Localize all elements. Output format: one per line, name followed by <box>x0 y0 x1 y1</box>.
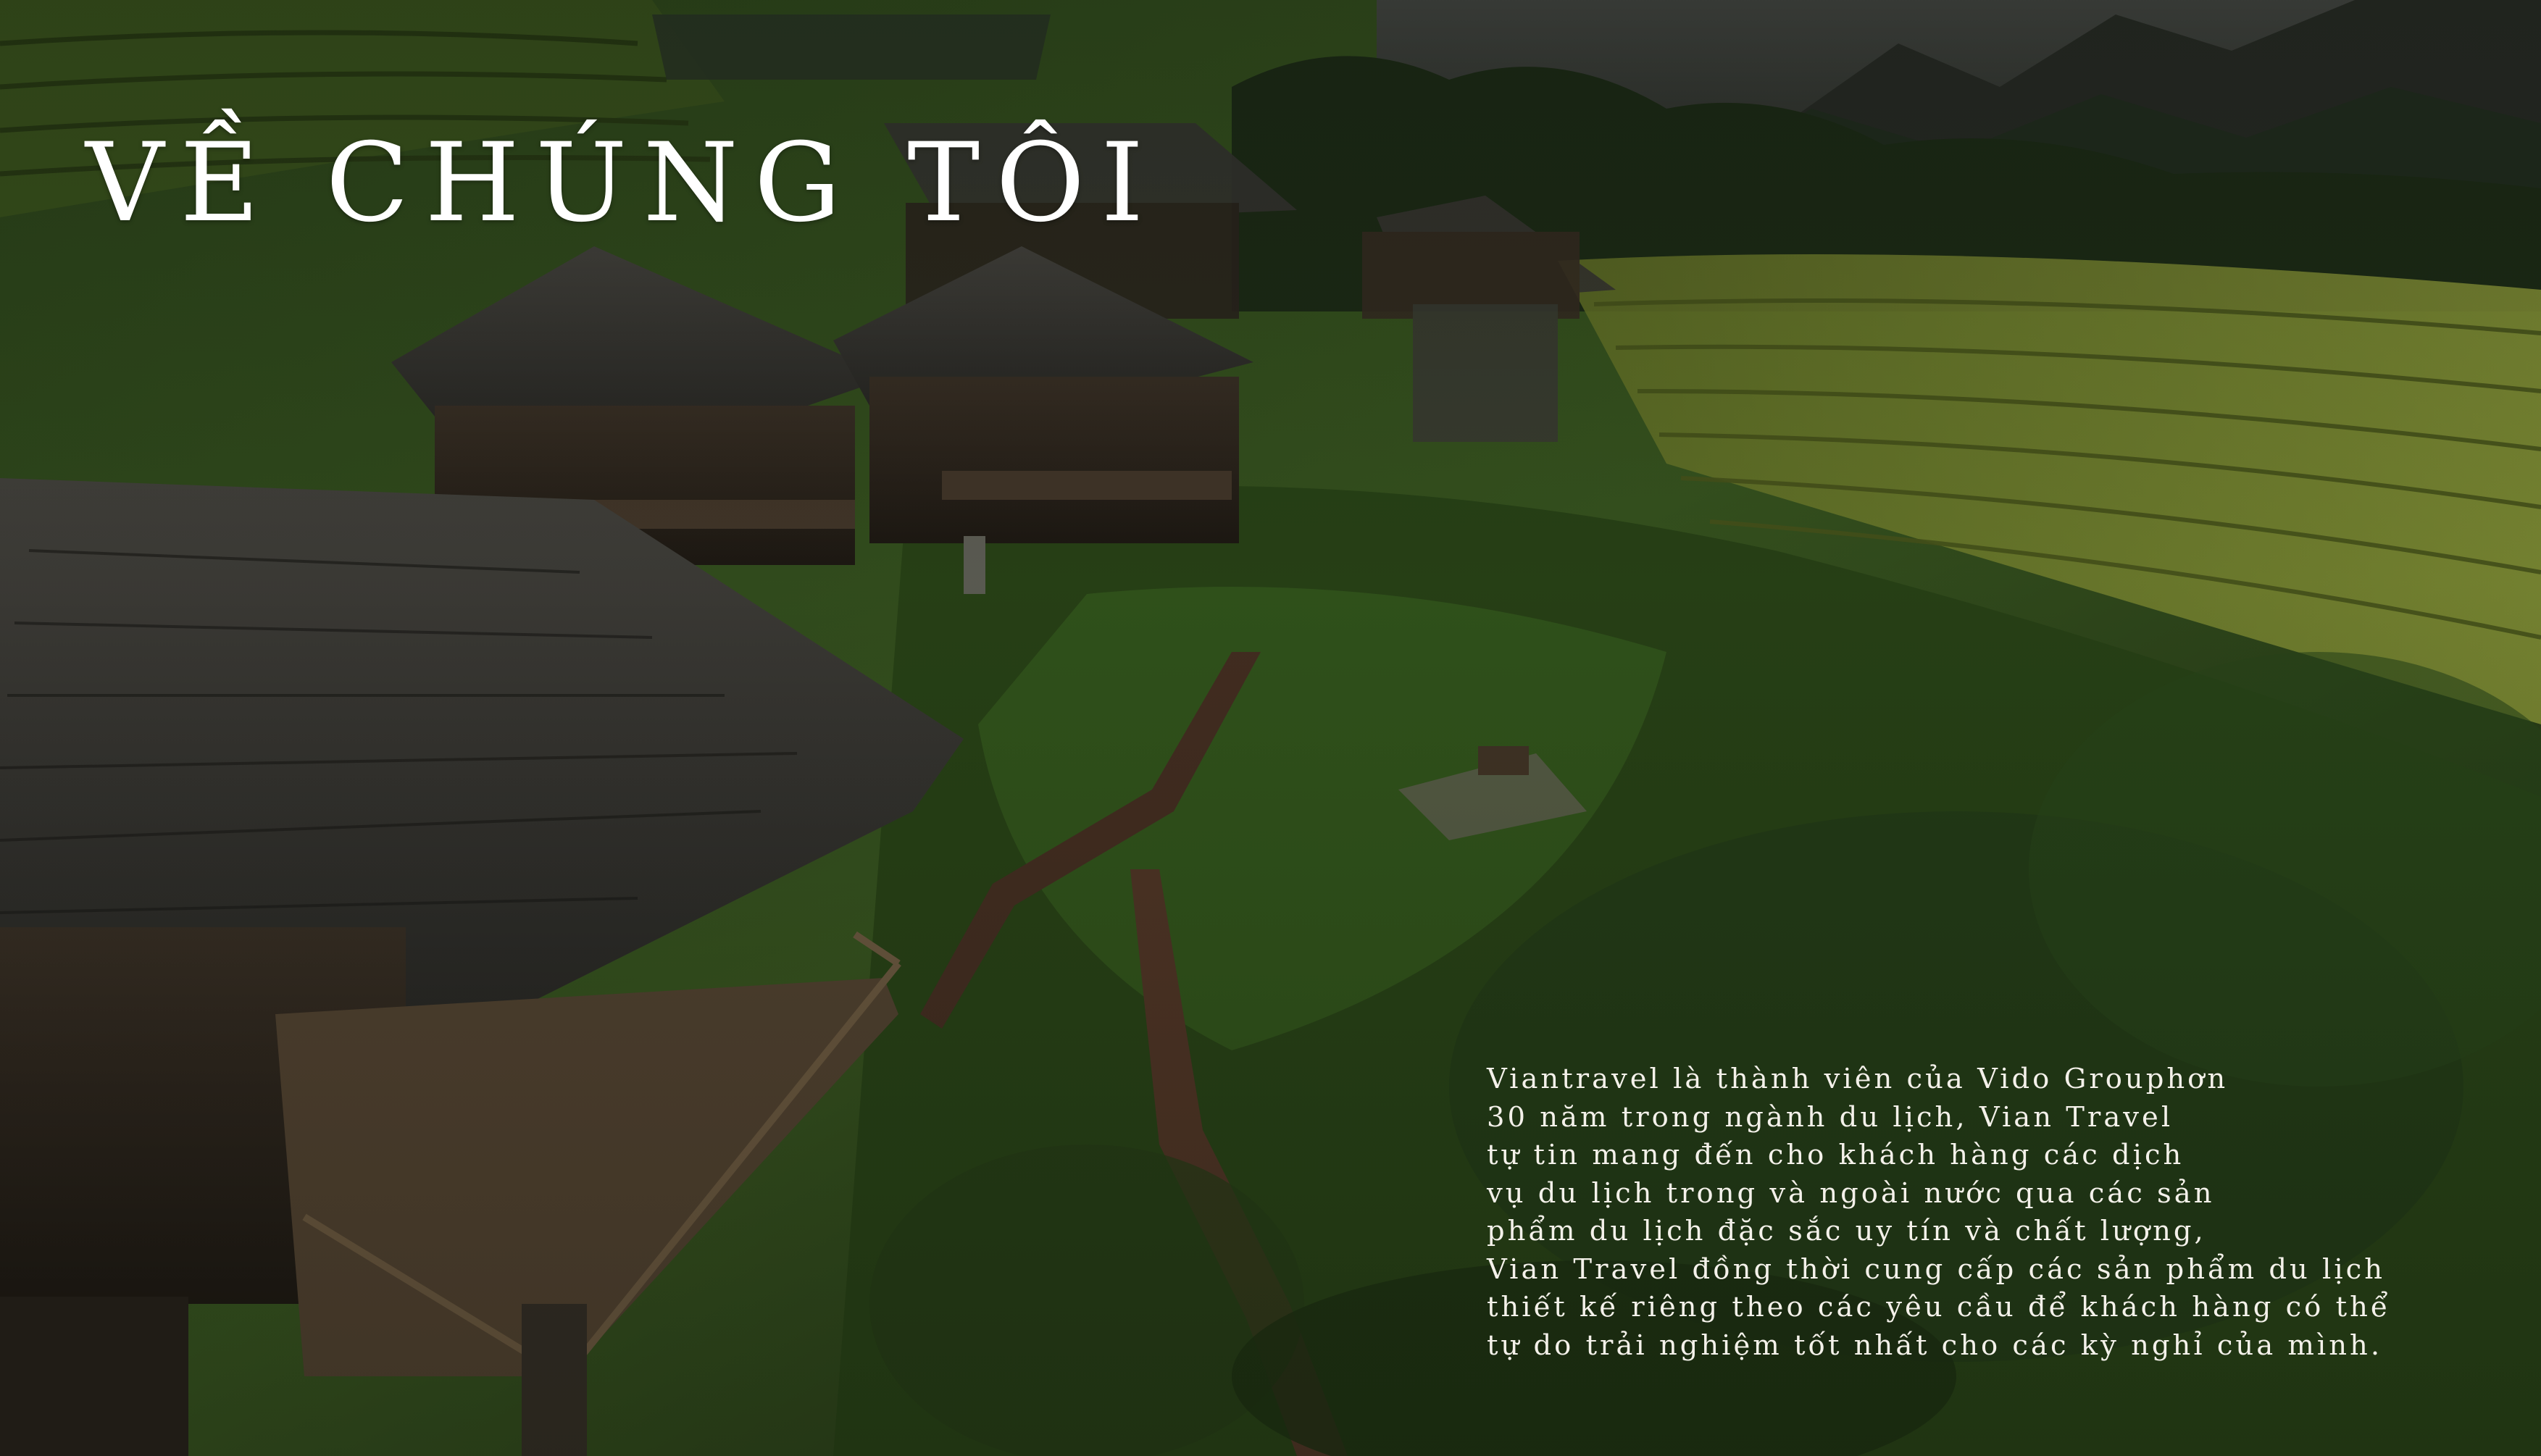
about-line: thiết kế riêng theo các yêu cầu để khách… <box>1487 1291 2391 1323</box>
about-line: tự tin mang đến cho khách hàng các dịch <box>1487 1139 2185 1171</box>
about-us-slide: VỀ CHÚNG TÔI Viantravel là thành viên củ… <box>0 0 2541 1456</box>
about-paragraph: Viantravel là thành viên của Vido Grouph… <box>1487 1060 2516 1365</box>
about-line: Vian Travel đồng thời cung cấp các sản p… <box>1487 1252 2386 1286</box>
page-title: VỀ CHÚNG TÔI <box>85 120 1160 246</box>
about-line: tự do trải nghiệm tốt nhất cho các kỳ ng… <box>1487 1329 2383 1362</box>
about-line: Viantravel là thành viên của Vido Grouph… <box>1487 1063 2229 1095</box>
about-line: phẩm du lịch đặc sắc uy tín và chất lượn… <box>1487 1215 2206 1247</box>
about-line: 30 năm trong ngành du lịch, Vian Travel <box>1487 1100 2174 1134</box>
about-line: vụ du lịch trong và ngoài nước qua các s… <box>1487 1176 2215 1210</box>
